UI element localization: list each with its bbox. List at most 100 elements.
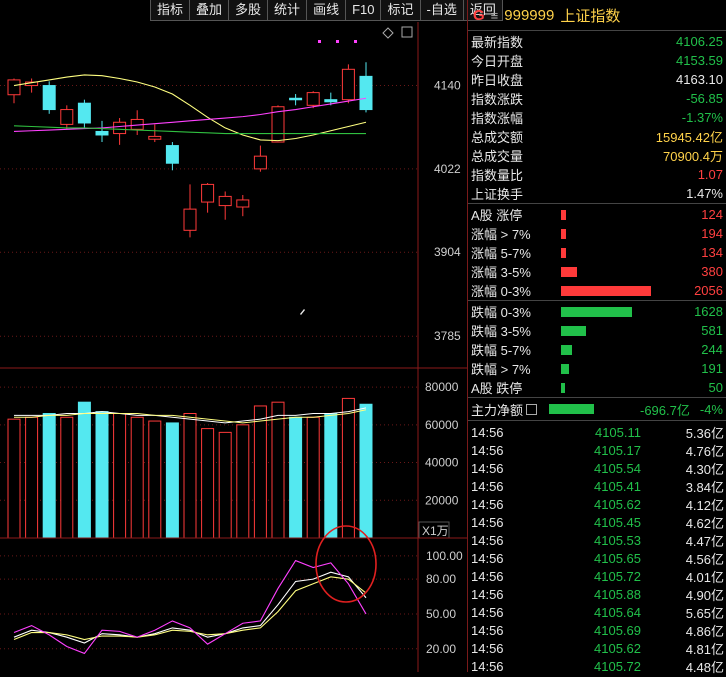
menu-lines-icon[interactable]: ≡ — [491, 8, 499, 23]
dist-row[interactable]: 跌幅 0-3% 1628 — [468, 302, 726, 321]
kdj-tick-label: 80.00 — [426, 572, 456, 586]
main-flow-value: -696.7亿 — [640, 402, 690, 418]
tick-price: 4105.72 — [594, 568, 641, 584]
tick-row: 14:56 4105.72 4.48亿 — [468, 657, 726, 675]
dist-bar — [561, 285, 651, 296]
dist-value: 380 — [701, 264, 723, 279]
volume-bar — [148, 420, 162, 539]
candle-body — [306, 92, 320, 106]
tick-row: 14:56 4105.88 4.90亿 — [468, 585, 726, 603]
volume-bar — [201, 428, 215, 539]
dist-bar — [561, 228, 567, 239]
tick-time: 14:56 — [471, 514, 504, 530]
tick-time: 14:56 — [471, 424, 504, 440]
dist-row[interactable]: A股 涨停 124 — [468, 205, 726, 224]
tick-amount: 4.12亿 — [685, 497, 724, 513]
tick-row: 14:56 4105.45 4.62亿 — [468, 513, 726, 531]
dot-marker — [336, 40, 339, 43]
tick-time: 14:56 — [471, 640, 504, 656]
volume-bar — [306, 416, 320, 539]
kdj-tick-label: 100.00 — [426, 549, 463, 563]
stat-label: 上证换手 — [471, 187, 524, 202]
dist-row[interactable]: 涨幅 > 7% 194 — [468, 224, 726, 243]
stat-row: 指数涨幅 -1.37% — [468, 108, 726, 127]
stat-label: 最新指数 — [471, 35, 524, 50]
dist-value: 244 — [701, 342, 723, 357]
volume-tick-label: 80000 — [425, 380, 459, 394]
dist-row[interactable]: 跌幅 5-7% 244 — [468, 340, 726, 359]
tick-time: 14:56 — [471, 496, 504, 512]
tick-price: 4105.11 — [594, 424, 641, 440]
multi-stock-button[interactable]: 多股 — [228, 0, 269, 21]
candle-body — [324, 99, 338, 103]
tick-row: 14:56 4105.11 5.36亿 — [468, 423, 726, 441]
dist-bar — [561, 306, 633, 317]
tick-row: 14:56 4105.41 3.84亿 — [468, 477, 726, 495]
dist-value: 50 — [708, 380, 723, 395]
tick-time: 14:56 — [471, 658, 504, 674]
stat-label: 总成交额 — [471, 130, 524, 145]
statistics-button[interactable]: 统计 — [267, 0, 308, 21]
dist-row[interactable]: A股 跌停 50 — [468, 378, 726, 397]
tick-amount: 5.65亿 — [685, 605, 724, 621]
dist-label: A股 涨停 — [471, 208, 523, 223]
main-flow-bar — [549, 404, 595, 414]
stat-value: 4163.10 — [676, 72, 723, 87]
tick-price: 4105.54 — [594, 460, 641, 476]
volume-bar — [253, 405, 267, 539]
f10-button[interactable]: F10 — [345, 0, 382, 21]
volume-bar — [42, 413, 56, 539]
chart-area[interactable]: 4140 4022 3904 3785 80000 60000 40000 20000 X1万… — [0, 22, 467, 672]
dist-value: 191 — [701, 361, 723, 376]
tick-row: 14:56 4105.64 5.65亿 — [468, 603, 726, 621]
chart-svg[interactable]: 4140 4022 3904 3785 80000 60000 40000 20000 X1万… — [0, 22, 467, 672]
tick-time: 14:56 — [471, 586, 504, 602]
stat-value: 70900.4万 — [663, 149, 723, 164]
dist-label: 涨幅 0-3% — [471, 284, 531, 299]
tick-list[interactable]: 14:56 4105.11 5.36亿 14:56 4105.17 4.76亿 14… — [468, 420, 726, 675]
volume-bar — [77, 401, 91, 539]
dist-value: 581 — [701, 323, 723, 338]
draw-line-button[interactable]: 画线 — [306, 0, 347, 21]
dist-row[interactable]: 涨幅 0-3% 2056 — [468, 281, 726, 300]
dist-row[interactable]: 跌幅 3-5% 581 — [468, 321, 726, 340]
dist-label: 跌幅 5-7% — [471, 343, 531, 358]
dist-bar — [561, 363, 570, 374]
candle-body — [341, 68, 355, 101]
stat-label: 指数量比 — [471, 168, 524, 183]
dot-marker — [354, 40, 357, 43]
kdj-line — [13, 559, 367, 655]
main-flow-row[interactable]: 主力净额 -696.7亿 -4% — [468, 397, 726, 420]
tick-time: 14:56 — [471, 460, 504, 476]
dist-label: 涨幅 > 7% — [471, 227, 531, 242]
tick-time: 14:56 — [471, 478, 504, 494]
dist-label: 涨幅 3-5% — [471, 265, 531, 280]
dist-row[interactable]: 涨幅 5-7% 134 — [468, 243, 726, 262]
candle-body — [253, 155, 267, 170]
dist-row[interactable]: 跌幅 > 7% 191 — [468, 359, 726, 378]
candlestick-pane: 4140 4022 3904 3785 — [0, 22, 467, 672]
stat-value: 4153.59 — [676, 53, 723, 68]
dist-row[interactable]: 涨幅 3-5% 380 — [468, 262, 726, 281]
overlay-button[interactable]: 叠加 — [189, 0, 230, 21]
remove-watchlist-button[interactable]: -自选 — [419, 0, 464, 21]
dist-bar — [561, 247, 567, 258]
list-icon[interactable] — [526, 403, 538, 415]
price-tick-label: 3785 — [434, 329, 461, 343]
price-tick-label: 3904 — [434, 245, 461, 259]
tick-row: 14:56 4105.69 4.86亿 — [468, 621, 726, 639]
dist-label: A股 跌停 — [471, 381, 523, 396]
dist-value: 134 — [701, 245, 723, 260]
tick-row: 14:56 4105.72 4.01亿 — [468, 567, 726, 585]
dist-value: 2056 — [694, 283, 723, 298]
kdj-pane: 100.00 80.00 50.00 20.00 — [0, 549, 463, 656]
rise-distribution: A股 涨停 124 涨幅 > 7% 194 涨幅 5-7% 134 涨幅 3-5% 3… — [468, 203, 726, 300]
candle-body — [236, 199, 250, 208]
group-tag[interactable]: G — [473, 7, 485, 24]
mark-button[interactable]: 标记 — [380, 0, 421, 21]
tick-row: 14:56 4105.17 4.76亿 — [468, 441, 726, 459]
indicator-button[interactable]: 指标 — [150, 0, 191, 21]
stock-code: 999999 — [504, 6, 555, 24]
volume-tick-label: 20000 — [425, 493, 459, 507]
tick-amount: 4.62亿 — [685, 515, 724, 531]
